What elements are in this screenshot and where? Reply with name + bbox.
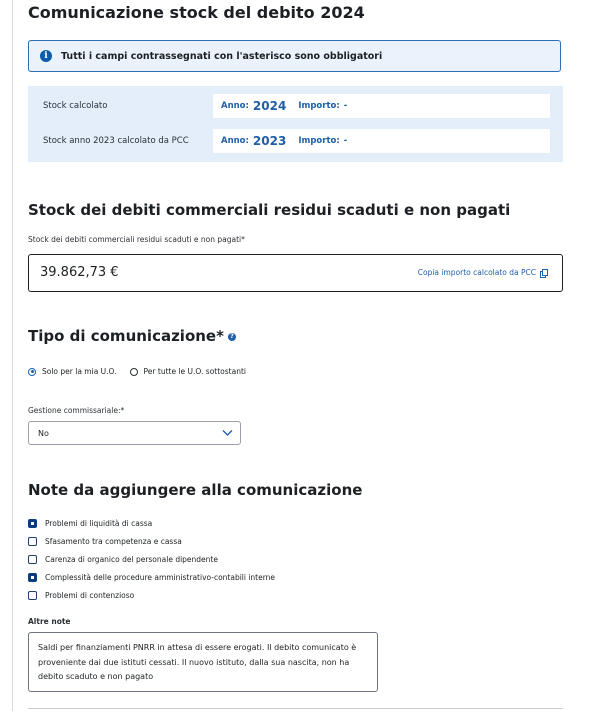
stock-row: Stock calcolato Anno: 2024 Importo: - <box>28 94 563 118</box>
importo-label: Importo: <box>298 101 340 111</box>
stock-value: Anno: 2024 Importo: - <box>213 94 550 118</box>
radio-solo-uo-label[interactable]: Solo per la mia U.O. <box>42 367 117 376</box>
tipo-radio-group: Solo per la mia U.O. Per tutte le U.O. s… <box>28 367 246 376</box>
tipo-title-text: Tipo di comunicazione* <box>28 327 224 345</box>
stock-panel: Stock calcolato Anno: 2024 Importo: - St… <box>28 86 563 162</box>
altre-note-textarea[interactable]: Saldi per finanziamenti PNRR in attesa d… <box>28 632 378 692</box>
copy-link-label[interactable]: Copia importo calcolato da PCC <box>418 268 536 277</box>
left-divider <box>12 0 13 711</box>
debiti-field-label: Stock dei debiti commerciali residui sca… <box>28 235 245 244</box>
chevron-down-icon[interactable] <box>222 428 233 437</box>
amount-field[interactable]: 39.862,73 € Copia importo calcolato da P… <box>28 254 563 292</box>
copy-icon[interactable] <box>540 268 548 278</box>
checkbox-liquidita[interactable] <box>28 518 37 528</box>
info-icon: i <box>40 50 52 62</box>
checkbox-contenzioso[interactable] <box>28 590 37 600</box>
radio-tutte-uo-label[interactable]: Per tutte le U.O. sottostanti <box>144 367 246 376</box>
anno-value: 2024 <box>252 99 287 113</box>
checkbox-item[interactable]: Problemi di liquidità di cassa <box>28 514 275 532</box>
gestione-select-value[interactable]: No <box>38 429 49 438</box>
checkbox-label[interactable]: Sfasamento tra competenza e cassa <box>45 537 182 546</box>
help-icon[interactable]: ? <box>227 333 236 341</box>
checkbox-label[interactable]: Complessità delle procedure amministrati… <box>45 573 275 582</box>
note-checkbox-list: Problemi di liquidità di cassa Sfasament… <box>28 514 275 604</box>
page-title: Comunicazione stock del debito 2024 <box>28 3 365 22</box>
importo-value: - <box>343 101 348 111</box>
amount-value[interactable]: 39.862,73 € <box>40 265 119 280</box>
altre-note-label: Altre note <box>28 617 71 626</box>
anno-label: Anno: <box>221 136 249 146</box>
checkbox-complessita[interactable] <box>28 572 37 582</box>
stock-label: Stock anno 2023 calcolato da PCC <box>43 136 189 146</box>
gestione-select[interactable]: No <box>28 421 241 445</box>
info-text: Tutti i campi contrassegnati con l'aster… <box>61 50 383 62</box>
stock-label: Stock calcolato <box>43 101 108 111</box>
checkbox-label[interactable]: Carenza di organico del personale dipend… <box>45 555 218 564</box>
gestione-label: Gestione commissariale:* <box>28 406 125 415</box>
importo-value: - <box>343 136 348 146</box>
radio-solo-uo[interactable] <box>28 367 36 376</box>
radio-tutte-uo[interactable] <box>129 367 138 376</box>
copy-amount-link[interactable]: Copia importo calcolato da PCC <box>418 268 548 278</box>
stock-value: Anno: 2023 Importo: - <box>213 129 550 153</box>
bottom-divider <box>28 708 563 709</box>
checkbox-label[interactable]: Problemi di liquidità di cassa <box>45 519 152 528</box>
note-section-title: Note da aggiungere alla comunicazione <box>28 481 363 499</box>
tipo-section-title: Tipo di comunicazione*? <box>28 327 236 345</box>
info-banner: i Tutti i campi contrassegnati con l'ast… <box>28 40 561 72</box>
importo-label: Importo: <box>298 136 340 146</box>
checkbox-item[interactable]: Sfasamento tra competenza e cassa <box>28 532 275 550</box>
checkbox-item[interactable]: Carenza di organico del personale dipend… <box>28 550 275 568</box>
checkbox-item[interactable]: Problemi di contenzioso <box>28 586 275 604</box>
anno-value: 2023 <box>252 134 287 148</box>
checkbox-item[interactable]: Complessità delle procedure amministrati… <box>28 568 275 586</box>
debiti-section-title: Stock dei debiti commerciali residui sca… <box>28 201 511 219</box>
checkbox-sfasamento[interactable] <box>28 536 37 546</box>
stock-row: Stock anno 2023 calcolato da PCC Anno: 2… <box>28 129 563 153</box>
anno-label: Anno: <box>221 101 249 111</box>
checkbox-carenza[interactable] <box>28 554 37 564</box>
checkbox-label[interactable]: Problemi di contenzioso <box>45 591 134 600</box>
